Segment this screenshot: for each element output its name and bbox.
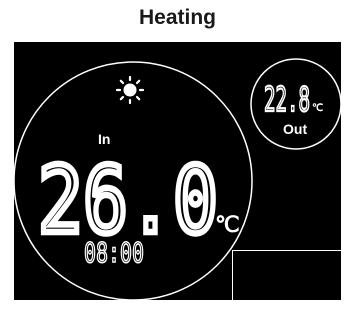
clock-display: 08:00 [84, 236, 144, 269]
display-corner-panel [232, 250, 341, 300]
indoor-label: In [98, 131, 110, 147]
outdoor-temperature: 22.8 [264, 80, 310, 120]
sun-icon [115, 75, 145, 105]
indoor-unit: ℃ [215, 212, 240, 237]
outdoor-label: Out [283, 121, 307, 137]
outdoor-unit: ℃ [312, 103, 323, 114]
